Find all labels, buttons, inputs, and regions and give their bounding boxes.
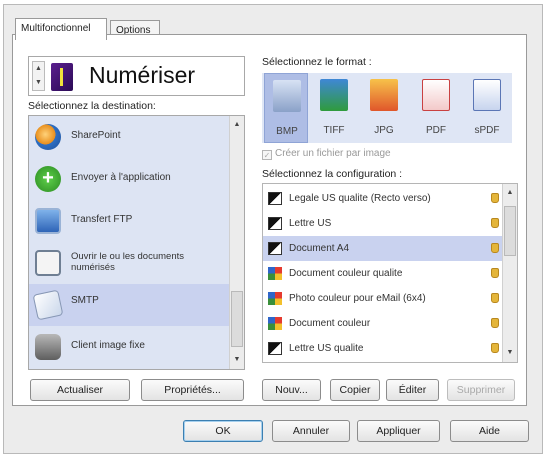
cancel-button[interactable]: Annuler xyxy=(272,420,350,442)
scan-header: ▲ ▼ Numériser xyxy=(28,56,245,96)
config-item[interactable]: Document couleur qualite xyxy=(263,261,503,286)
destination-item-label: Envoyer à l'application xyxy=(71,172,171,183)
format-spdf[interactable]: sPDF xyxy=(465,73,509,143)
destination-item-ftp[interactable]: Transfert FTP xyxy=(29,200,229,242)
format-selector: BMP TIFF JPG PDF sPDF xyxy=(262,73,512,143)
page-title: Numériser xyxy=(89,62,196,88)
destination-item-label: SharePoint xyxy=(71,130,121,141)
config-item-label: Document couleur qualite xyxy=(289,268,403,279)
apply-button[interactable]: Appliquer xyxy=(357,420,440,442)
config-item-label: Document A4 xyxy=(289,243,350,254)
destination-item-sharepoint[interactable]: SharePoint xyxy=(29,116,229,158)
delete-config-button[interactable]: Supprimer xyxy=(447,379,515,401)
scan-app-icon xyxy=(51,63,73,91)
color-document-icon xyxy=(268,292,282,305)
sharepoint-icon xyxy=(35,124,61,150)
header-spinner[interactable]: ▲ ▼ xyxy=(32,61,45,91)
lock-icon xyxy=(491,218,499,228)
scroll-thumb[interactable] xyxy=(231,291,243,347)
config-item-label: Lettre US xyxy=(289,218,332,229)
bmp-format-icon xyxy=(273,80,301,112)
color-document-icon xyxy=(268,317,282,330)
ftp-transfer-icon xyxy=(35,208,61,234)
config-item[interactable]: Legale US qualite (Recto verso) xyxy=(263,186,503,211)
format-name: JPG xyxy=(374,125,394,136)
copy-config-button[interactable]: Copier xyxy=(330,379,380,401)
scroll-down-icon[interactable]: ▼ xyxy=(230,353,244,367)
destination-item-still-image[interactable]: Client image fixe xyxy=(29,326,229,368)
one-file-per-image-option[interactable]: ✓ Créer un fichier par image xyxy=(262,148,391,160)
lock-icon xyxy=(491,193,499,203)
format-name: sPDF xyxy=(474,125,500,136)
smtp-mail-icon xyxy=(32,289,64,321)
destination-list[interactable]: SharePoint + Envoyer à l'application Tra… xyxy=(28,115,245,370)
config-item[interactable]: Document A4 xyxy=(263,236,503,261)
scroll-up-icon[interactable]: ▲ xyxy=(230,118,244,132)
format-jpg[interactable]: JPG xyxy=(362,73,406,143)
add-application-icon: + xyxy=(35,166,61,192)
open-document-icon xyxy=(35,250,61,276)
tiff-format-icon xyxy=(320,79,348,111)
edit-config-button[interactable]: Éditer xyxy=(386,379,439,401)
scroll-thumb[interactable] xyxy=(504,206,516,256)
help-button[interactable]: Aide xyxy=(450,420,529,442)
bw-document-icon xyxy=(268,242,282,255)
still-image-client-icon xyxy=(35,334,61,360)
color-document-icon xyxy=(268,267,282,280)
pdf-format-icon xyxy=(422,79,450,111)
lock-icon xyxy=(491,318,499,328)
format-pdf[interactable]: PDF xyxy=(414,73,458,143)
new-config-button[interactable]: Nouv... xyxy=(262,379,321,401)
spdf-format-icon xyxy=(473,79,501,111)
format-bmp[interactable]: BMP xyxy=(264,73,308,143)
destination-item-label: Ouvrir le ou les documents numérisés xyxy=(71,251,184,273)
config-item-label: Photo couleur pour eMail (6x4) xyxy=(289,293,426,304)
refresh-button[interactable]: Actualiser xyxy=(30,379,130,401)
destination-item-application[interactable]: + Envoyer à l'application xyxy=(29,158,229,200)
one-file-per-image-label: Créer un fichier par image xyxy=(275,148,391,159)
lock-icon xyxy=(491,293,499,303)
config-item[interactable]: Document couleur xyxy=(263,311,503,336)
bw-document-icon xyxy=(268,192,282,205)
tab-multifonctionnel[interactable]: Multifonctionnel xyxy=(15,18,107,40)
format-name: TIFF xyxy=(323,125,345,136)
config-item[interactable]: Lettre US xyxy=(263,211,503,236)
format-label: Sélectionnez le format : xyxy=(262,56,372,68)
scroll-down-icon[interactable]: ▼ xyxy=(503,346,517,360)
format-name: BMP xyxy=(276,126,298,137)
scroll-up-icon[interactable]: ▲ xyxy=(503,186,517,200)
destination-item-label: Client image fixe xyxy=(71,340,145,351)
jpg-format-icon xyxy=(370,79,398,111)
format-name: PDF xyxy=(426,125,446,136)
destination-scrollbar[interactable]: ▲ ▼ xyxy=(229,116,244,369)
configuration-scrollbar[interactable]: ▲ ▼ xyxy=(502,184,517,362)
one-file-per-image-checkbox[interactable]: ✓ xyxy=(262,150,272,160)
bw-document-icon xyxy=(268,342,282,355)
lock-icon xyxy=(491,343,499,353)
bw-document-icon xyxy=(268,217,282,230)
config-item-label: Legale US qualite (Recto verso) xyxy=(289,193,431,204)
configuration-list[interactable]: Legale US qualite (Recto verso) Lettre U… xyxy=(262,183,518,363)
destination-item-open-documents[interactable]: Ouvrir le ou les documents numérisés xyxy=(29,242,229,284)
destination-item-label: SMTP xyxy=(71,295,99,306)
config-item-label: Lettre US qualite xyxy=(289,343,364,354)
properties-button[interactable]: Propriétés... xyxy=(141,379,244,401)
config-item[interactable]: Lettre US qualite xyxy=(263,336,503,361)
destination-item-label: Transfert FTP xyxy=(71,214,133,225)
config-item[interactable]: Photo couleur pour eMail (6x4) xyxy=(263,286,503,311)
config-item-label: Document couleur xyxy=(289,318,371,329)
destination-item-smtp[interactable]: SMTP xyxy=(29,284,229,326)
lock-icon xyxy=(491,268,499,278)
ok-button[interactable]: OK xyxy=(183,420,263,442)
lock-icon xyxy=(491,243,499,253)
format-tiff[interactable]: TIFF xyxy=(312,73,356,143)
destination-label: Sélectionnez la destination: xyxy=(28,100,156,112)
configuration-label: Sélectionnez la configuration : xyxy=(262,168,403,180)
